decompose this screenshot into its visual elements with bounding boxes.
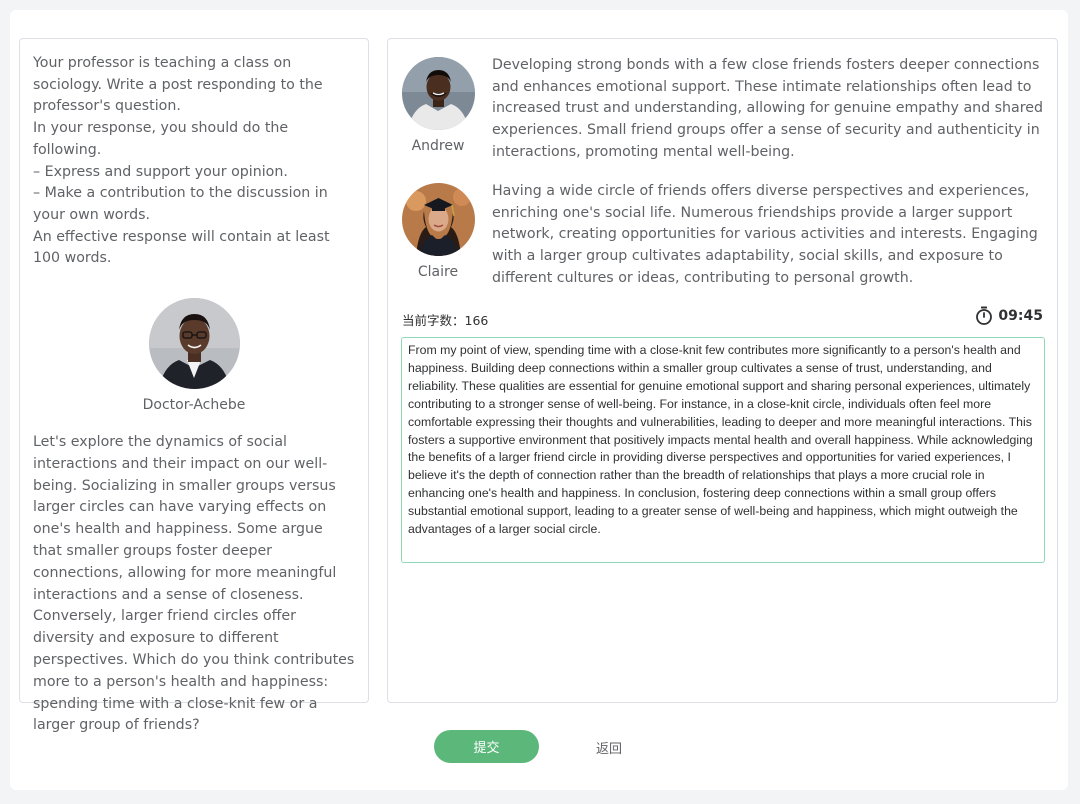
back-link[interactable]: 返回	[596, 738, 622, 757]
professor-block: Doctor-Achebe	[33, 298, 355, 413]
countdown-timer: 09:45	[975, 306, 1043, 325]
student-name: Andrew	[411, 138, 465, 154]
instruction-line: In your response, you should do the foll…	[33, 120, 289, 158]
timer-value: 09:45	[998, 307, 1043, 324]
professor-avatar	[148, 298, 240, 390]
instruction-line: Your professor is teaching a class on so…	[33, 55, 323, 115]
prompt-panel: Your professor is teaching a class on so…	[19, 38, 369, 733]
professor-name: Doctor-Achebe	[142, 397, 246, 414]
instruction-line: – Make a contribution to the discussion …	[33, 185, 328, 223]
word-count: 当前字数：166	[402, 313, 489, 328]
student-post-claire: Claire Having a wide circle of friends o…	[401, 183, 1051, 290]
student-name: Claire	[417, 264, 459, 280]
student-identity: Andrew	[401, 57, 475, 164]
instruction-line: – Express and support your opinion.	[33, 163, 288, 180]
essay-textarea[interactable]: From my point of view, spending time wit…	[401, 337, 1045, 563]
student-avatar	[401, 57, 475, 130]
student-reply: Having a wide circle of friends offers d…	[492, 183, 1038, 286]
student-avatar	[401, 183, 475, 256]
student-reply: Developing strong bonds with a few close…	[492, 57, 1043, 160]
student-post-andrew: Andrew Developing strong bonds with a fe…	[401, 57, 1051, 164]
professor-question: Let's explore the dynamics of social int…	[33, 434, 355, 734]
stopwatch-icon	[976, 306, 993, 325]
instruction-line: An effective response will contain at le…	[33, 228, 330, 267]
task-instructions: Your professor is teaching a class on so…	[33, 53, 355, 270]
discussion-panel: Andrew Developing strong bonds with a fe…	[387, 38, 1058, 703]
student-identity: Claire	[401, 183, 475, 290]
submit-button[interactable]: 提交	[434, 730, 539, 763]
